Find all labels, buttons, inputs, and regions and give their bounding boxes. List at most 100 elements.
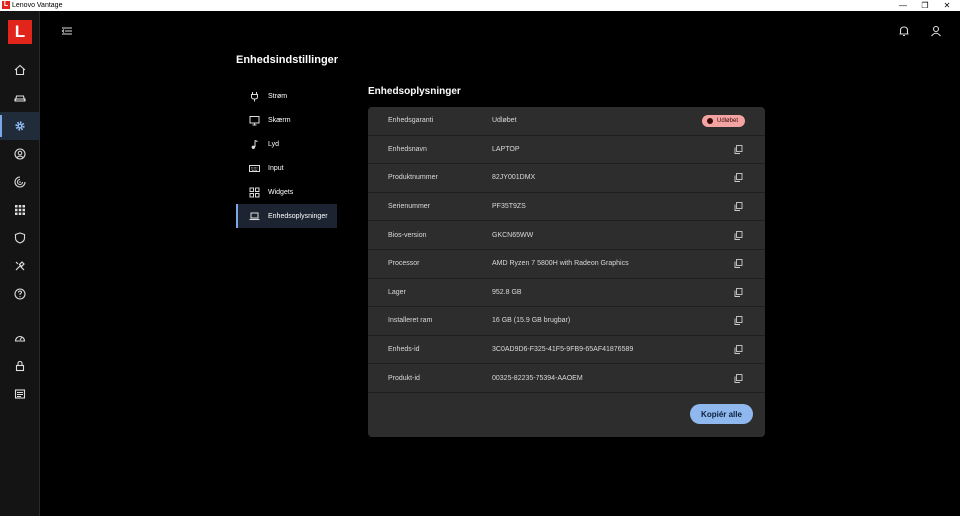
- row-label: Enhedsnavn: [388, 145, 427, 153]
- keyboard-icon: [249, 164, 260, 172]
- copy-button[interactable]: [734, 373, 743, 383]
- power-icon: [251, 91, 258, 101]
- subnav-item-power[interactable]: Strøm: [236, 84, 337, 108]
- user-button[interactable]: [929, 24, 943, 38]
- row-label: Installeret ram: [388, 317, 433, 325]
- row-value: AMD Ryzen 7 5800H with Radeon Graphics: [492, 260, 629, 268]
- rail-lock[interactable]: [0, 352, 40, 380]
- copy-icon: [734, 259, 743, 269]
- notifications-button[interactable]: [897, 24, 911, 38]
- row-label: Produkt-id: [388, 374, 420, 382]
- info-row-device-name: Enhedsnavn LAPTOP: [368, 136, 765, 165]
- row-value: LAPTOP: [492, 145, 520, 153]
- menu-collapse-button[interactable]: [60, 24, 74, 38]
- row-label: Serienummer: [388, 203, 431, 211]
- page-title: Enhedsindstillinger: [236, 54, 339, 66]
- settings-subnav: Strøm Skærm Lyd Input Widgets Enhedsoply…: [236, 84, 337, 228]
- row-value: 952.8 GB: [492, 288, 522, 296]
- rail-help[interactable]: [0, 280, 40, 308]
- restore-button[interactable]: ❐: [914, 0, 936, 11]
- tools-icon: [15, 261, 25, 271]
- rail-dashboard[interactable]: [0, 324, 40, 352]
- copy-button[interactable]: [734, 144, 743, 154]
- status-badge: Udløbet: [702, 114, 746, 127]
- info-row-serial-number: Serienummer PF35T9ZS: [368, 193, 765, 222]
- subnav-label: Skærm: [268, 116, 291, 124]
- help-icon: [14, 288, 26, 300]
- subnav-item-input[interactable]: Input: [236, 156, 337, 180]
- row-value: 16 GB (15.9 GB brugbar): [492, 317, 571, 325]
- row-label: Produktnummer: [388, 174, 438, 182]
- rail-gaming[interactable]: [0, 84, 40, 112]
- subnav-item-device-info[interactable]: Enhedsoplysninger: [236, 204, 337, 228]
- gaming-icon: [14, 95, 26, 102]
- copy-button[interactable]: [734, 202, 743, 212]
- subnav-label: Enhedsoplysninger: [268, 212, 328, 220]
- window-title: Lenovo Vantage: [12, 2, 63, 9]
- rail-account[interactable]: [0, 140, 40, 168]
- copy-icon: [734, 144, 743, 154]
- security-icon: [14, 232, 26, 244]
- row-label: Bios-version: [388, 231, 427, 239]
- widgets-icon: [249, 187, 260, 197]
- info-row-installed-ram: Installeret ram 16 GB (15.9 GB brugbar): [368, 307, 765, 336]
- row-value: 00325-82235-75394-AAOEM: [492, 374, 583, 382]
- close-button[interactable]: ✕: [936, 0, 958, 11]
- copy-button[interactable]: [734, 230, 743, 240]
- row-value: 82JY001DMX: [492, 174, 536, 182]
- copy-icon: [734, 287, 743, 297]
- news-icon: [14, 389, 26, 399]
- copy-button[interactable]: [734, 259, 743, 269]
- row-label: Enhedsgaranti: [388, 117, 434, 125]
- info-row-processor: Processor AMD Ryzen 7 5800H with Radeon …: [368, 250, 765, 279]
- rail-news[interactable]: [0, 380, 40, 408]
- minimize-button[interactable]: —: [892, 0, 914, 11]
- copy-button[interactable]: [734, 316, 743, 326]
- app-logo-icon: L: [2, 1, 10, 9]
- rail-security[interactable]: [0, 224, 40, 252]
- row-value: PF35T9ZS: [492, 203, 526, 211]
- bell-icon: [899, 26, 909, 37]
- row-label: Enheds-id: [388, 346, 420, 354]
- subnav-item-display[interactable]: Skærm: [236, 108, 337, 132]
- account-icon: [14, 148, 26, 160]
- copy-icon: [734, 373, 743, 383]
- nav-rail: L: [0, 11, 40, 516]
- row-label: Processor: [388, 260, 420, 268]
- subnav-item-audio[interactable]: Lyd: [236, 132, 337, 156]
- copy-all-button[interactable]: Kopiér alle: [690, 404, 753, 424]
- row-value: 3C0AD9D6-F325-41F5-9FB9-65AF41876589: [492, 346, 634, 354]
- section-title: Enhedsoplysninger: [368, 86, 461, 97]
- hardware-icon: [14, 176, 26, 188]
- info-row-warranty: Enhedsgaranti Udløbet Udløbet: [368, 107, 765, 136]
- copy-button[interactable]: [734, 345, 743, 354]
- lock-icon: [15, 360, 25, 372]
- rail-tools[interactable]: [0, 252, 40, 280]
- rail-apps[interactable]: [0, 196, 40, 224]
- status-dot-icon: [707, 117, 713, 124]
- copy-button[interactable]: [734, 173, 743, 183]
- row-label: Lager: [388, 288, 406, 296]
- copy-button[interactable]: [734, 287, 743, 297]
- subnav-label: Strøm: [268, 92, 288, 100]
- menu-collapse-icon: [61, 27, 72, 35]
- info-row-bios-version: Bios-version GKCN65WW: [368, 221, 765, 250]
- rail-hardware[interactable]: [0, 168, 40, 196]
- laptop-icon: [249, 212, 260, 220]
- info-row-product-id: Produkt-id 00325-82235-75394-AAOEM: [368, 364, 765, 393]
- device-info-card: Enhedsgaranti Udløbet Udløbet Enhedsnavn…: [368, 107, 765, 437]
- music-note-icon: [251, 139, 258, 149]
- lenovo-logo[interactable]: L: [8, 20, 32, 44]
- copy-icon: [734, 202, 743, 212]
- copy-icon: [734, 316, 743, 326]
- rail-home[interactable]: [0, 56, 40, 84]
- row-value: GKCN65WW: [492, 231, 534, 239]
- subnav-label: Input: [268, 164, 284, 172]
- subnav-item-widgets[interactable]: Widgets: [236, 180, 337, 204]
- status-badge-label: Udløbet: [717, 117, 739, 124]
- user-icon: [931, 25, 941, 37]
- rail-settings[interactable]: [0, 112, 40, 140]
- copy-icon: [734, 345, 743, 354]
- dashboard-icon: [14, 335, 26, 342]
- subnav-label: Lyd: [268, 140, 280, 148]
